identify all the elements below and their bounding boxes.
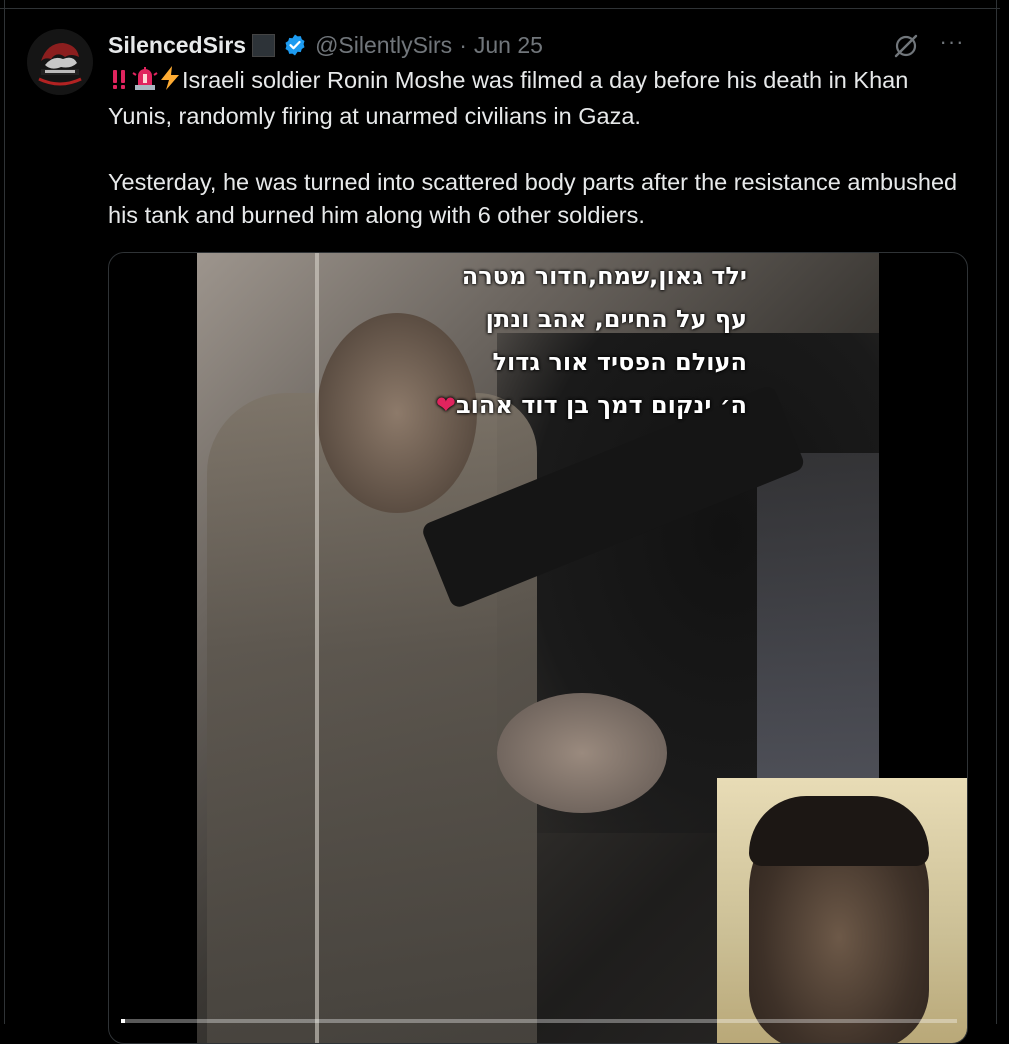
tweet-paragraph-1-text: Israeli soldier Ronin Moshe was filmed a…: [108, 67, 909, 129]
video-progress-bar[interactable]: [121, 1019, 957, 1023]
tweet-paragraph-2: Yesterday, he was turned into scattered …: [108, 169, 958, 228]
overlay-line-3: העולם הפסיד אור גדול: [492, 348, 747, 376]
video-hand: [497, 693, 667, 813]
avatar[interactable]: [27, 29, 93, 95]
overlay-line-4-text: ה׳ ינקום דמך בן דוד אהוב: [456, 391, 747, 419]
overlay-line-2: עף על החיים, אהב ונתן: [485, 305, 747, 333]
video-overlay-text: ילד גאון,שמח,חדור מטרה עף על החיים, אהב …: [347, 255, 747, 427]
display-name[interactable]: SilencedSirs: [108, 32, 246, 59]
heart-icon: ❤: [435, 391, 456, 419]
video-progress-fill: [121, 1019, 125, 1023]
overlay-line-4: ה׳ ינקום דמך בן דוד אהוב❤: [347, 384, 747, 427]
double-exclamation-emoji: [108, 67, 132, 100]
tweet-paragraph-1: Israeli soldier Ronin Moshe was filmed a…: [108, 64, 968, 133]
video-frame[interactable]: ילד גאון,שמח,חדור מטרה עף על החיים, אהב …: [197, 253, 967, 1043]
frame-divider-left: [4, 0, 5, 1024]
separator-dot: ·: [459, 31, 467, 58]
lightning-emoji: [158, 65, 182, 100]
media-video[interactable]: ילד גאון,שמח,חדור מטרה עף על החיים, אהב …: [108, 252, 968, 1044]
video-background-panel: [757, 453, 879, 783]
overlay-line-1: ילד גאון,שמח,חדור מטרה: [461, 262, 747, 290]
avatar-logo-icon: [27, 29, 93, 95]
grok-icon[interactable]: [892, 32, 920, 60]
frame-divider-top: [0, 8, 1000, 9]
more-icon[interactable]: ···: [936, 31, 968, 58]
video-inset-portrait: [717, 778, 967, 1043]
tweet-header: SilencedSirs @SilentlySirs · Jun 25: [108, 30, 543, 60]
police-light-emoji: [132, 67, 158, 100]
tweet-text: Israeli soldier Ronin Moshe was filmed a…: [108, 64, 968, 232]
inset-hair: [749, 796, 929, 866]
handle[interactable]: @SilentlySirs: [315, 32, 452, 59]
verified-badge-icon: [283, 33, 307, 57]
frame-divider-right: [996, 0, 997, 1024]
tweet-date[interactable]: Jun 25: [474, 32, 543, 59]
video-strap: [315, 253, 319, 1043]
name-badge-icon: [252, 33, 276, 57]
